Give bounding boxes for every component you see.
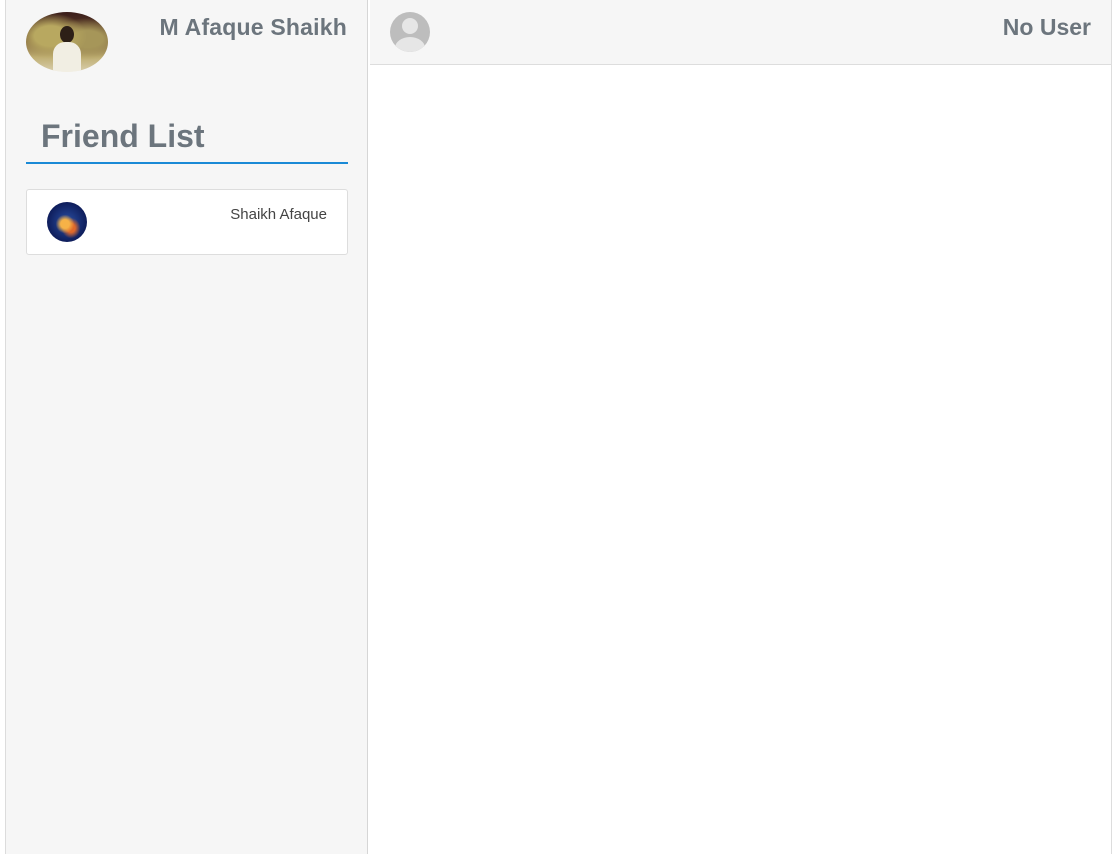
- friend-name: Shaikh Afaque: [230, 206, 327, 223]
- profile-avatar-head: [60, 26, 74, 43]
- default-user-icon: [390, 12, 430, 52]
- chat-header: No User: [370, 0, 1112, 65]
- chat-username: No User: [1002, 14, 1091, 40]
- chat-message-area: [370, 65, 1112, 854]
- friend-list-heading: Friend List: [26, 114, 348, 164]
- sidebar: M Afaque Shaikh Friend List Shaikh Afaqu…: [5, 0, 368, 854]
- profile-avatar-body: [53, 42, 81, 72]
- friend-list-title: Friend List: [41, 118, 205, 154]
- user-icon-body: [395, 37, 425, 52]
- profile-name: M Afaque Shaikh: [159, 14, 347, 40]
- profile-avatar[interactable]: [26, 12, 108, 72]
- friend-avatar: [47, 202, 87, 242]
- user-icon-head: [402, 18, 418, 34]
- friend-list-item[interactable]: Shaikh Afaque: [26, 189, 348, 255]
